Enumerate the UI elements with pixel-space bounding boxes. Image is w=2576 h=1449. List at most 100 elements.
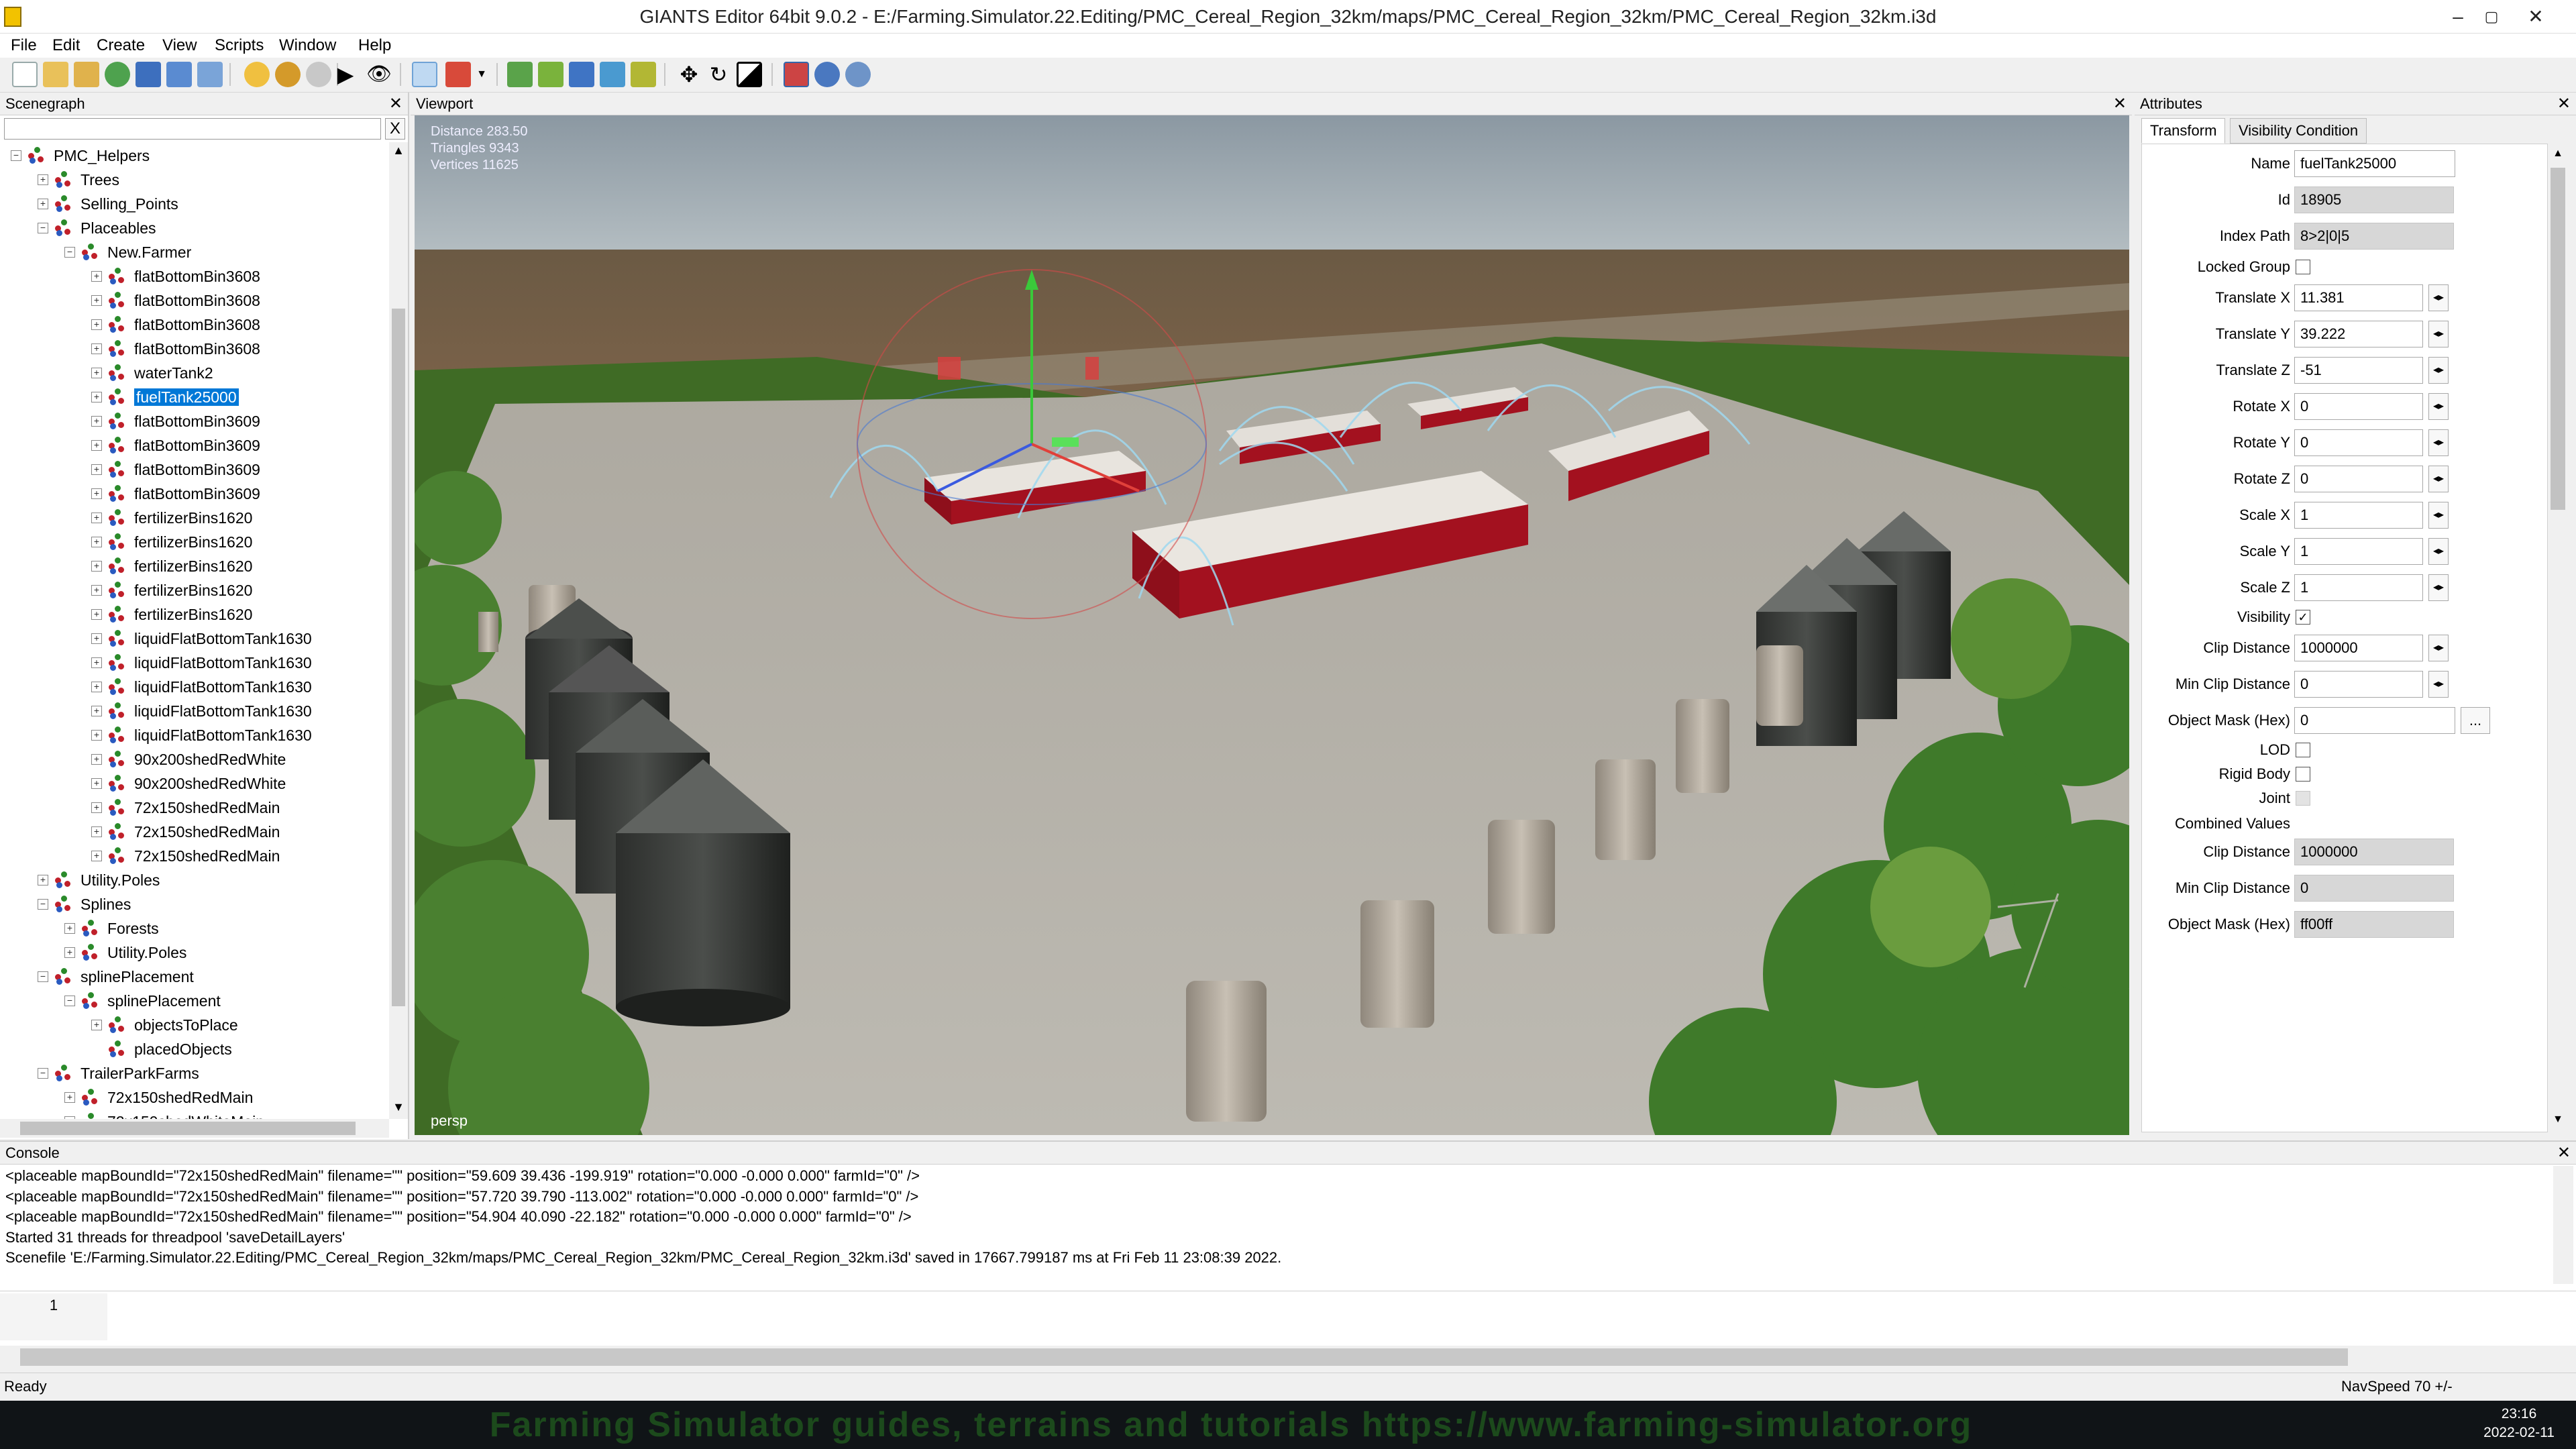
rotate-x-spinner-icon[interactable]: ◂▸ bbox=[2428, 393, 2449, 420]
menu-help[interactable]: Help bbox=[358, 34, 391, 58]
scenegraph-item[interactable]: +90x200shedRedWhite bbox=[91, 770, 286, 794]
close-icon[interactable]: ✕ bbox=[2557, 93, 2571, 115]
menu-scripts[interactable]: Scripts bbox=[215, 34, 264, 58]
scale-z-field[interactable]: 1 bbox=[2294, 574, 2423, 601]
expand-icon[interactable]: + bbox=[91, 488, 102, 499]
close-icon[interactable]: ✕ bbox=[389, 93, 402, 115]
scrollbar-thumb[interactable] bbox=[20, 1348, 2348, 1366]
scenegraph-item[interactable]: + liquidFlatBottomTank1630 bbox=[91, 649, 312, 674]
expand-icon[interactable]: + bbox=[91, 319, 102, 330]
translate-x-field[interactable]: 11.381 bbox=[2294, 284, 2423, 311]
scenegraph-item[interactable]: + flatBottomBin3609 bbox=[91, 408, 260, 432]
scale-x-spinner-icon[interactable]: ◂▸ bbox=[2428, 502, 2449, 529]
collapse-icon[interactable]: − bbox=[11, 150, 21, 161]
spline-icon[interactable] bbox=[569, 62, 594, 87]
save-as-icon[interactable] bbox=[166, 62, 192, 87]
expand-icon[interactable]: + bbox=[91, 415, 102, 427]
rotate-icon[interactable]: ↻ bbox=[706, 62, 731, 87]
move-icon[interactable]: ✥ bbox=[676, 62, 702, 87]
scenegraph-item[interactable]: − PMC_Helpers bbox=[11, 142, 150, 166]
scale-x-field[interactable]: 1 bbox=[2294, 502, 2423, 529]
scenegraph-item[interactable]: + Utility.Poles bbox=[64, 939, 186, 963]
open-recent-icon[interactable] bbox=[74, 62, 99, 87]
scenegraph-filter-input[interactable] bbox=[4, 118, 381, 140]
scenegraph-item[interactable]: + Forests bbox=[64, 915, 159, 939]
rotate-y-spinner-icon[interactable]: ◂▸ bbox=[2428, 429, 2449, 456]
rotate-z-spinner-icon[interactable]: ◂▸ bbox=[2428, 466, 2449, 492]
locked-group-checkbox[interactable] bbox=[2296, 260, 2310, 274]
clip-distance-field[interactable]: 1000000 bbox=[2294, 635, 2423, 661]
translate-z-field[interactable]: -51 bbox=[2294, 357, 2423, 384]
expand-icon[interactable]: + bbox=[38, 174, 48, 185]
scale-icon[interactable] bbox=[737, 62, 762, 87]
collapse-icon[interactable]: − bbox=[38, 898, 48, 910]
tab-visibility-condition[interactable]: Visibility Condition bbox=[2230, 118, 2367, 144]
scenegraph-item[interactable]: − Splines bbox=[38, 891, 131, 915]
3d-viewport[interactable] bbox=[415, 115, 2129, 1135]
expand-icon[interactable]: + bbox=[38, 874, 48, 885]
scroll-up-icon[interactable]: ▲ bbox=[2551, 148, 2565, 160]
scenegraph-item[interactable]: + flatBottomBin3608 bbox=[91, 263, 260, 287]
min-clip-distance-field[interactable]: 0 bbox=[2294, 671, 2423, 698]
close-icon[interactable]: ✕ bbox=[2113, 93, 2127, 115]
scenegraph-item[interactable]: + waterTank2 bbox=[91, 360, 213, 384]
expand-icon[interactable]: + bbox=[91, 657, 102, 668]
scenegraph-item[interactable]: + fertilizerBins1620 bbox=[91, 601, 252, 625]
tree-icon[interactable] bbox=[631, 62, 656, 87]
rotate-y-field[interactable]: 0 bbox=[2294, 429, 2423, 456]
particle-icon[interactable] bbox=[814, 62, 840, 87]
expand-icon[interactable]: + bbox=[38, 198, 48, 209]
visibility-checkbox[interactable]: ✓ bbox=[2296, 610, 2310, 625]
scenegraph-item[interactable]: + fertilizerBins1620 bbox=[91, 577, 252, 601]
expand-icon[interactable]: + bbox=[91, 826, 102, 837]
scenegraph-item[interactable]: + flatBottomBin3608 bbox=[91, 335, 260, 360]
scenegraph-item[interactable]: +72x150shedRedMain bbox=[91, 843, 280, 867]
scroll-down-icon[interactable]: ▼ bbox=[2551, 1114, 2565, 1126]
expand-icon[interactable]: + bbox=[64, 1091, 75, 1103]
scrollbar-thumb[interactable] bbox=[2551, 168, 2565, 510]
rotate-x-field[interactable]: 0 bbox=[2294, 393, 2423, 420]
scenegraph-item[interactable]: + liquidFlatBottomTank1630 bbox=[91, 674, 312, 698]
redo-icon[interactable] bbox=[306, 62, 331, 87]
menu-view[interactable]: View bbox=[162, 34, 197, 58]
scrollbar-thumb[interactable] bbox=[20, 1122, 356, 1135]
scenegraph-item[interactable]: + Selling_Points bbox=[38, 191, 178, 215]
scenegraph-item[interactable]: +72x150shedRedMain bbox=[91, 794, 280, 818]
scenegraph-item[interactable]: + flatBottomBin3609 bbox=[91, 432, 260, 456]
expand-icon[interactable]: + bbox=[91, 681, 102, 692]
expand-icon[interactable]: + bbox=[91, 777, 102, 789]
expand-icon[interactable]: + bbox=[91, 584, 102, 596]
eye-icon[interactable]: 👁 bbox=[366, 62, 392, 87]
scenegraph-item[interactable]: + liquidFlatBottomTank1630 bbox=[91, 625, 312, 649]
material-editor-icon[interactable] bbox=[784, 62, 809, 87]
object-mask-field[interactable]: 0 bbox=[2294, 707, 2455, 734]
play-icon[interactable]: ▶ bbox=[333, 62, 358, 87]
collapse-icon[interactable]: − bbox=[38, 222, 48, 233]
script-editor[interactable] bbox=[0, 1291, 2576, 1346]
tab-transform[interactable]: Transform bbox=[2141, 118, 2226, 144]
scenegraph-item[interactable]: +72x150shedWhiteMain bbox=[64, 1108, 264, 1119]
scenegraph-item[interactable]: + Trees bbox=[38, 166, 119, 191]
scenegraph-item[interactable]: + fertilizerBins1620 bbox=[91, 504, 252, 529]
scenegraph-item[interactable]: + liquidFlatBottomTank1630 bbox=[91, 698, 312, 722]
menu-create[interactable]: Create bbox=[97, 34, 145, 58]
expand-icon[interactable]: + bbox=[91, 391, 102, 402]
expand-icon[interactable]: + bbox=[64, 922, 75, 934]
scenegraph-item[interactable]: + flatBottomBin3608 bbox=[91, 287, 260, 311]
scenegraph-item[interactable]: − Placeables bbox=[38, 215, 156, 239]
collapse-icon[interactable]: − bbox=[38, 1067, 48, 1079]
rigid-body-checkbox[interactable] bbox=[2296, 767, 2310, 782]
collapse-icon[interactable]: − bbox=[64, 995, 75, 1006]
undo-icon[interactable] bbox=[275, 62, 301, 87]
menu-window[interactable]: Window bbox=[279, 34, 336, 58]
console-scrollbar[interactable] bbox=[2553, 1166, 2573, 1284]
scale-z-spinner-icon[interactable]: ◂▸ bbox=[2428, 574, 2449, 601]
scenegraph-item[interactable]: − TrailerParkFarms bbox=[38, 1060, 199, 1084]
translate-y-spinner-icon[interactable]: ◂▸ bbox=[2428, 321, 2449, 347]
open-file-icon[interactable] bbox=[43, 62, 68, 87]
place-object-icon[interactable] bbox=[600, 62, 625, 87]
filter-clear-button[interactable]: X bbox=[385, 118, 405, 140]
settings-icon[interactable] bbox=[845, 62, 871, 87]
scenegraph-item[interactable]: + fuelTank25000 bbox=[91, 384, 239, 408]
scenegraph-item[interactable]: + liquidFlatBottomTank1630 bbox=[91, 722, 312, 746]
